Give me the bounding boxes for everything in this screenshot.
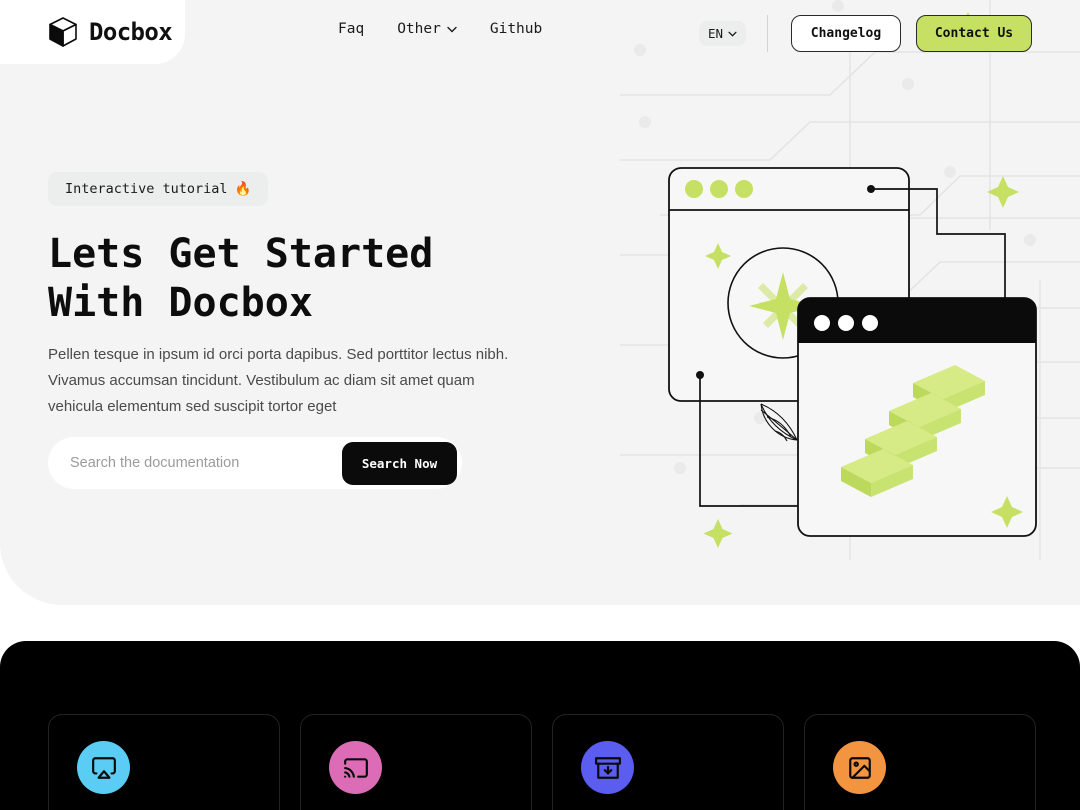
front-window-titlebar [798,298,1036,343]
header-divider [767,15,768,52]
nav-item-label: Faq [338,21,365,37]
features-section [0,641,1080,810]
back-window-dot [735,180,753,198]
search-bar[interactable]: Search Now [48,437,462,489]
box-3d-icon [49,17,77,47]
page-title: Lets Get Started With Docbox [48,230,568,328]
interactive-tutorial-badge: Interactive tutorial 🔥 [48,172,269,206]
front-window-dot [838,315,854,331]
contact-us-button[interactable]: Contact Us [916,15,1032,52]
badge-label: Interactive tutorial [65,181,228,197]
landing-page: Interactive tutorial 🔥 Lets Get Started … [0,0,1080,810]
chevron-down-icon [447,26,457,32]
nav-item-github[interactable]: Github [490,21,542,37]
fire-icon: 🔥 [234,181,252,197]
logo-text: Docbox [89,18,173,46]
hero-section: Interactive tutorial 🔥 Lets Get Started … [0,0,1080,605]
feature-card[interactable] [804,714,1036,810]
nav-item-label: Github [489,21,543,37]
search-input[interactable] [70,455,342,471]
feature-card[interactable] [48,714,280,810]
nav-item-faq[interactable]: Faq [338,21,364,37]
headline-line-1: Lets Get Started [48,231,434,277]
back-window-dot [685,180,703,198]
sparkle-icon [987,176,1019,208]
headline-line-2: With Docbox [48,279,313,326]
feature-card[interactable] [300,714,532,810]
globe-grid [760,403,798,442]
feature-cards [48,714,1036,810]
hero-description: Pellen tesque in ipsum id orci porta dap… [48,346,509,416]
nav-item-other[interactable]: Other [397,21,457,37]
image-icon [833,741,886,794]
language-value: EN [708,26,724,41]
cast-icon [329,741,382,794]
airplay-icon [77,741,130,794]
hero-illustration [668,167,1037,548]
archive-download-icon [581,741,634,794]
site-header: Docbox Faq Other Github EN Changelog Con… [0,0,1080,66]
front-window-dot [814,315,830,331]
feature-card[interactable] [552,714,784,810]
language-selector[interactable]: EN [699,21,747,46]
back-window-dot [710,180,728,198]
sparkle-icon [703,519,733,548]
nav-item-label: Other [397,21,441,37]
search-now-button[interactable]: Search Now [342,441,457,485]
chevron-down-icon [728,31,737,37]
front-window-dot [862,315,878,331]
logo[interactable]: Docbox [0,0,185,64]
changelog-button[interactable]: Changelog [791,15,901,52]
main-navigation: Faq Other Github [338,21,542,37]
